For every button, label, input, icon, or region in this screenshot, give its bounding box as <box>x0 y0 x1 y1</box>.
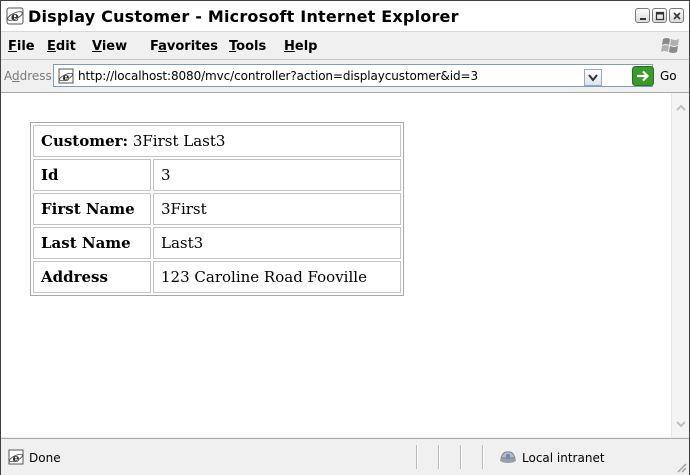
menu-tools[interactable]: Tools <box>229 39 266 54</box>
close-icon <box>673 12 681 20</box>
menu-edit-mnemonic: E <box>47 39 56 54</box>
ie-icon: e <box>6 7 24 25</box>
menu-help[interactable]: Help <box>284 39 317 54</box>
vertical-scrollbar[interactable] <box>671 93 689 437</box>
windows-flag-icon <box>661 38 679 53</box>
status-bar: e Done Local intranet <box>1 438 689 475</box>
menu-help-mnemonic: H <box>284 39 295 54</box>
address-label-pre: A <box>4 69 12 83</box>
table-row: Id 3 <box>33 159 401 191</box>
field-value: 3 <box>153 159 401 191</box>
status-divider <box>416 445 418 469</box>
window-title: Display Customer - Microsoft Internet Ex… <box>28 7 459 26</box>
customer-header-value: 3First Last3 <box>132 132 226 150</box>
table-row: First Name 3First <box>33 193 401 225</box>
status-divider <box>482 445 484 469</box>
field-value: 3First <box>153 193 401 225</box>
menu-file-label: ile <box>16 39 35 54</box>
menu-tools-label: ools <box>236 39 267 54</box>
menu-favorites-label: vorites <box>166 39 218 54</box>
address-label-rest: dress <box>19 69 52 83</box>
customer-table: Customer: 3First Last3 Id 3 First Name 3… <box>30 122 404 296</box>
go-button-label[interactable]: Go <box>660 69 677 83</box>
ie-page-icon: e <box>8 449 24 465</box>
menu-view-mnemonic: V <box>92 39 102 54</box>
status-divider <box>460 445 462 469</box>
resize-grip-icon[interactable] <box>675 461 687 473</box>
table-row: Customer: 3First Last3 <box>33 125 401 157</box>
maximize-button[interactable] <box>652 8 667 23</box>
field-value: 123 Caroline Road Fooville <box>153 261 401 293</box>
menu-favorites[interactable]: Favorites <box>150 39 218 54</box>
maximize-icon <box>655 11 665 21</box>
field-value: Last3 <box>153 227 401 259</box>
minimize-icon <box>640 18 646 20</box>
title-bar: e Display Customer - Microsoft Internet … <box>1 1 689 32</box>
menu-view-label: iew <box>101 39 128 54</box>
minimize-button[interactable] <box>635 8 650 23</box>
customer-header-label: Customer: <box>41 132 129 150</box>
menu-edit[interactable]: Edit <box>47 39 76 54</box>
page-content: Customer: 3First Last3 Id 3 First Name 3… <box>1 93 671 437</box>
scroll-up-icon[interactable] <box>674 101 688 115</box>
table-row: Last Name Last3 <box>33 227 401 259</box>
address-input[interactable]: e http://localhost:8080/mvc/controller?a… <box>53 64 653 87</box>
status-divider <box>438 445 440 469</box>
address-dropdown-button[interactable] <box>584 69 602 86</box>
menu-edit-label: dit <box>55 39 76 54</box>
field-label: Address <box>33 261 151 293</box>
browser-window: e Display Customer - Microsoft Internet … <box>0 0 690 475</box>
local-intranet-icon <box>500 451 516 463</box>
table-row: Address 123 Caroline Road Fooville <box>33 261 401 293</box>
field-label: First Name <box>33 193 151 225</box>
address-label-mnemonic: d <box>12 69 20 83</box>
address-url: http://localhost:8080/mvc/controller?act… <box>78 69 479 83</box>
menu-file-mnemonic: F <box>8 39 17 54</box>
field-label: Last Name <box>33 227 151 259</box>
customer-header-cell: Customer: 3First Last3 <box>33 125 401 157</box>
address-bar: Address e http://localhost:8080/mvc/cont… <box>1 60 689 93</box>
field-label: Id <box>33 159 151 191</box>
menu-view[interactable]: View <box>92 39 127 54</box>
security-zone-text: Local intranet <box>522 451 605 465</box>
menu-favorites-mnemonic: a <box>158 39 167 54</box>
status-text: Done <box>29 451 61 465</box>
close-button[interactable] <box>669 8 684 23</box>
ie-page-icon: e <box>58 68 74 84</box>
address-label: Address <box>4 69 52 83</box>
go-arrow-icon[interactable] <box>632 66 654 86</box>
menu-help-label: elp <box>294 39 318 54</box>
menu-bar: File Edit View Favorites Tools Help <box>1 32 689 60</box>
menu-file[interactable]: File <box>8 39 35 54</box>
chevron-down-icon <box>588 74 598 82</box>
scroll-down-icon[interactable] <box>674 417 688 431</box>
menu-favorites-pre: F <box>150 39 159 54</box>
